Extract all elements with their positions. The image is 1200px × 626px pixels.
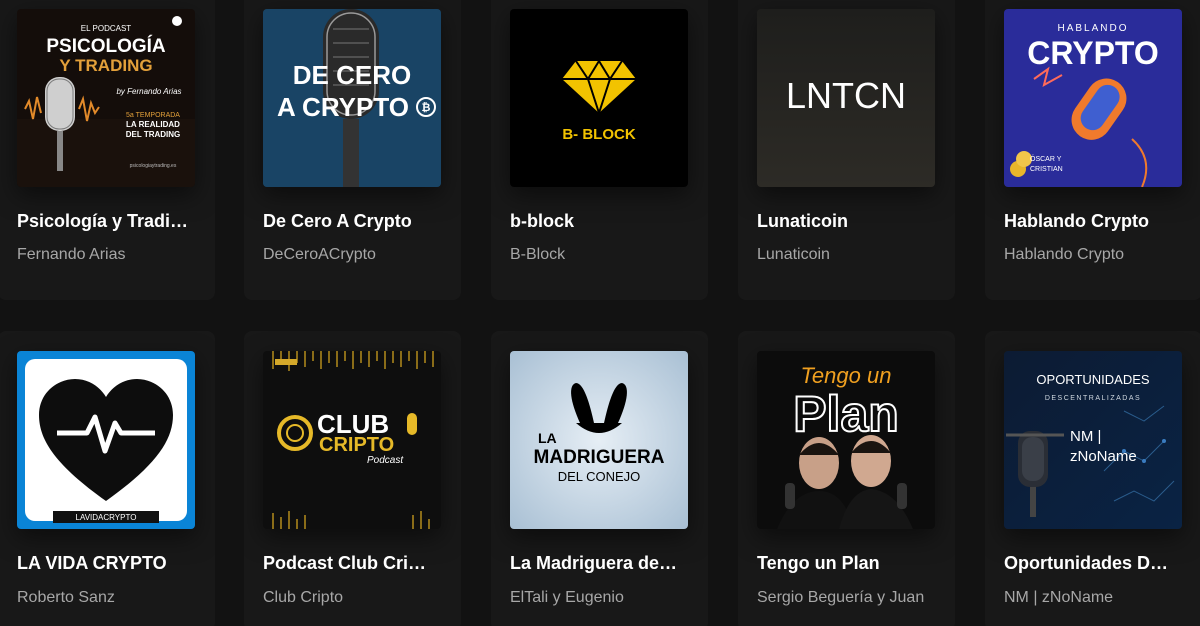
- svg-text:Tengo un: Tengo un: [801, 363, 892, 388]
- podcast-card[interactable]: LAVIDACRYPTO LA VIDA CRYPTO Roberto Sanz: [0, 331, 215, 626]
- podcast-card[interactable]: DE CERO A CRYPTO ₿ De Cero A Crypto DeCe…: [244, 0, 461, 300]
- svg-text:NM |: NM |: [1070, 428, 1101, 445]
- podcast-cover[interactable]: OPORTUNIDADES DESCENTRALIZADAS NM | zNoN…: [1004, 351, 1182, 529]
- podcast-cover[interactable]: LNTCN: [757, 9, 935, 187]
- podcast-title[interactable]: Hablando Crypto: [1004, 211, 1188, 232]
- podcast-card[interactable]: LNTCN Lunaticoin Lunaticoin: [738, 0, 955, 300]
- svg-text:DESCENTRALIZADAS: DESCENTRALIZADAS: [1045, 395, 1141, 402]
- podcast-card[interactable]: HABLANDO CRYPTO ÓSCAR Y CRISTIAN Habland…: [985, 0, 1200, 300]
- svg-text:HABLANDO: HABLANDO: [1057, 23, 1128, 34]
- podcast-title[interactable]: Tengo un Plan: [757, 553, 941, 574]
- podcast-card[interactable]: EL PODCAST PSICOLOGÍA Y TRADING by Ferna…: [0, 0, 215, 300]
- svg-text:ÓSCAR Y: ÓSCAR Y: [1030, 154, 1062, 163]
- podcast-card[interactable]: Tengo un Plan Tengo un Plan Sergio Begue…: [738, 331, 955, 626]
- svg-text:LAVIDACRYPTO: LAVIDACRYPTO: [76, 513, 137, 522]
- podcast-author: B-Block: [510, 246, 566, 263]
- podcast-card[interactable]: B- BLOCK b-block B-Block: [491, 0, 708, 300]
- podcast-cover[interactable]: Tengo un Plan: [757, 351, 935, 529]
- svg-text:by Fernando Arias: by Fernando Arias: [116, 87, 181, 96]
- podcast-cover[interactable]: CLUB CRIPTO Podcast: [263, 351, 441, 529]
- svg-text:CRYPTO: CRYPTO: [1027, 35, 1159, 71]
- podcast-author: DeCeroACrypto: [263, 246, 376, 263]
- svg-text:LNTCN: LNTCN: [786, 75, 906, 116]
- podcast-title[interactable]: Oportunidades D…: [1004, 553, 1188, 574]
- podcast-author: Lunaticoin: [757, 246, 830, 263]
- podcast-title[interactable]: Podcast Club Cri…: [263, 553, 447, 574]
- podcast-title[interactable]: La Madriguera de…: [510, 553, 694, 574]
- podcast-title[interactable]: b-block: [510, 211, 694, 232]
- podcast-title[interactable]: De Cero A Crypto: [263, 211, 447, 232]
- svg-text:zNoName: zNoName: [1070, 448, 1137, 465]
- podcast-cover[interactable]: LA MADRIGUERA DEL CONEJO: [510, 351, 688, 529]
- svg-text:DE CERO: DE CERO: [293, 60, 411, 90]
- svg-text:LA REALIDAD: LA REALIDAD: [126, 120, 180, 129]
- podcast-author: Club Cripto: [263, 589, 344, 606]
- podcast-author: Fernando Arias: [17, 246, 126, 263]
- svg-text:psicologiaytrading.es: psicologiaytrading.es: [130, 163, 177, 169]
- podcast-author: NM | zNoName: [1004, 589, 1114, 606]
- podcast-author: Hablando Crypto: [1004, 246, 1125, 263]
- svg-text:DEL TRADING: DEL TRADING: [126, 130, 181, 139]
- svg-text:DEL CONEJO: DEL CONEJO: [558, 469, 641, 484]
- podcast-cover[interactable]: EL PODCAST PSICOLOGÍA Y TRADING by Ferna…: [17, 9, 195, 187]
- podcast-author: Sergio Beguería y Juan: [757, 589, 925, 606]
- svg-text:OPORTUNIDADES: OPORTUNIDADES: [1036, 372, 1149, 387]
- podcast-grid: EL PODCAST PSICOLOGÍA Y TRADING by Ferna…: [0, 0, 1200, 626]
- podcast-cover[interactable]: LAVIDACRYPTO: [17, 351, 195, 529]
- svg-text:₿: ₿: [422, 102, 431, 114]
- podcast-title[interactable]: LA VIDA CRYPTO: [17, 553, 201, 574]
- svg-text:LA: LA: [538, 430, 557, 446]
- podcast-card[interactable]: CLUB CRIPTO Podcast Podcast Club Cri… Cl…: [244, 331, 461, 626]
- podcast-title[interactable]: Psicología y Tradi…: [17, 211, 201, 232]
- svg-text:CRIPTO: CRIPTO: [319, 434, 394, 456]
- podcast-author: Roberto Sanz: [17, 589, 115, 606]
- podcast-cover[interactable]: B- BLOCK: [510, 9, 688, 187]
- svg-text:5a TEMPORADA: 5a TEMPORADA: [126, 112, 180, 119]
- podcast-card[interactable]: OPORTUNIDADES DESCENTRALIZADAS NM | zNoN…: [985, 331, 1200, 626]
- svg-text:Podcast: Podcast: [367, 455, 404, 466]
- podcast-cover[interactable]: DE CERO A CRYPTO ₿: [263, 9, 441, 187]
- svg-text:Y TRADING: Y TRADING: [59, 56, 152, 75]
- svg-text:CRISTIAN: CRISTIAN: [1030, 166, 1063, 173]
- svg-text:PSICOLOGÍA: PSICOLOGÍA: [46, 35, 166, 57]
- svg-text:B- BLOCK: B- BLOCK: [562, 126, 635, 143]
- podcast-card[interactable]: LA MADRIGUERA DEL CONEJO La Madriguera d…: [491, 331, 708, 626]
- podcast-title[interactable]: Lunaticoin: [757, 211, 941, 232]
- svg-text:A CRYPTO: A CRYPTO: [277, 92, 409, 122]
- svg-text:EL PODCAST: EL PODCAST: [81, 24, 131, 33]
- podcast-cover[interactable]: HABLANDO CRYPTO ÓSCAR Y CRISTIAN: [1004, 9, 1182, 187]
- svg-text:MADRIGUERA: MADRIGUERA: [534, 447, 665, 468]
- svg-text:Plan: Plan: [793, 386, 899, 442]
- podcast-author: ElTali y Eugenio: [510, 589, 624, 606]
